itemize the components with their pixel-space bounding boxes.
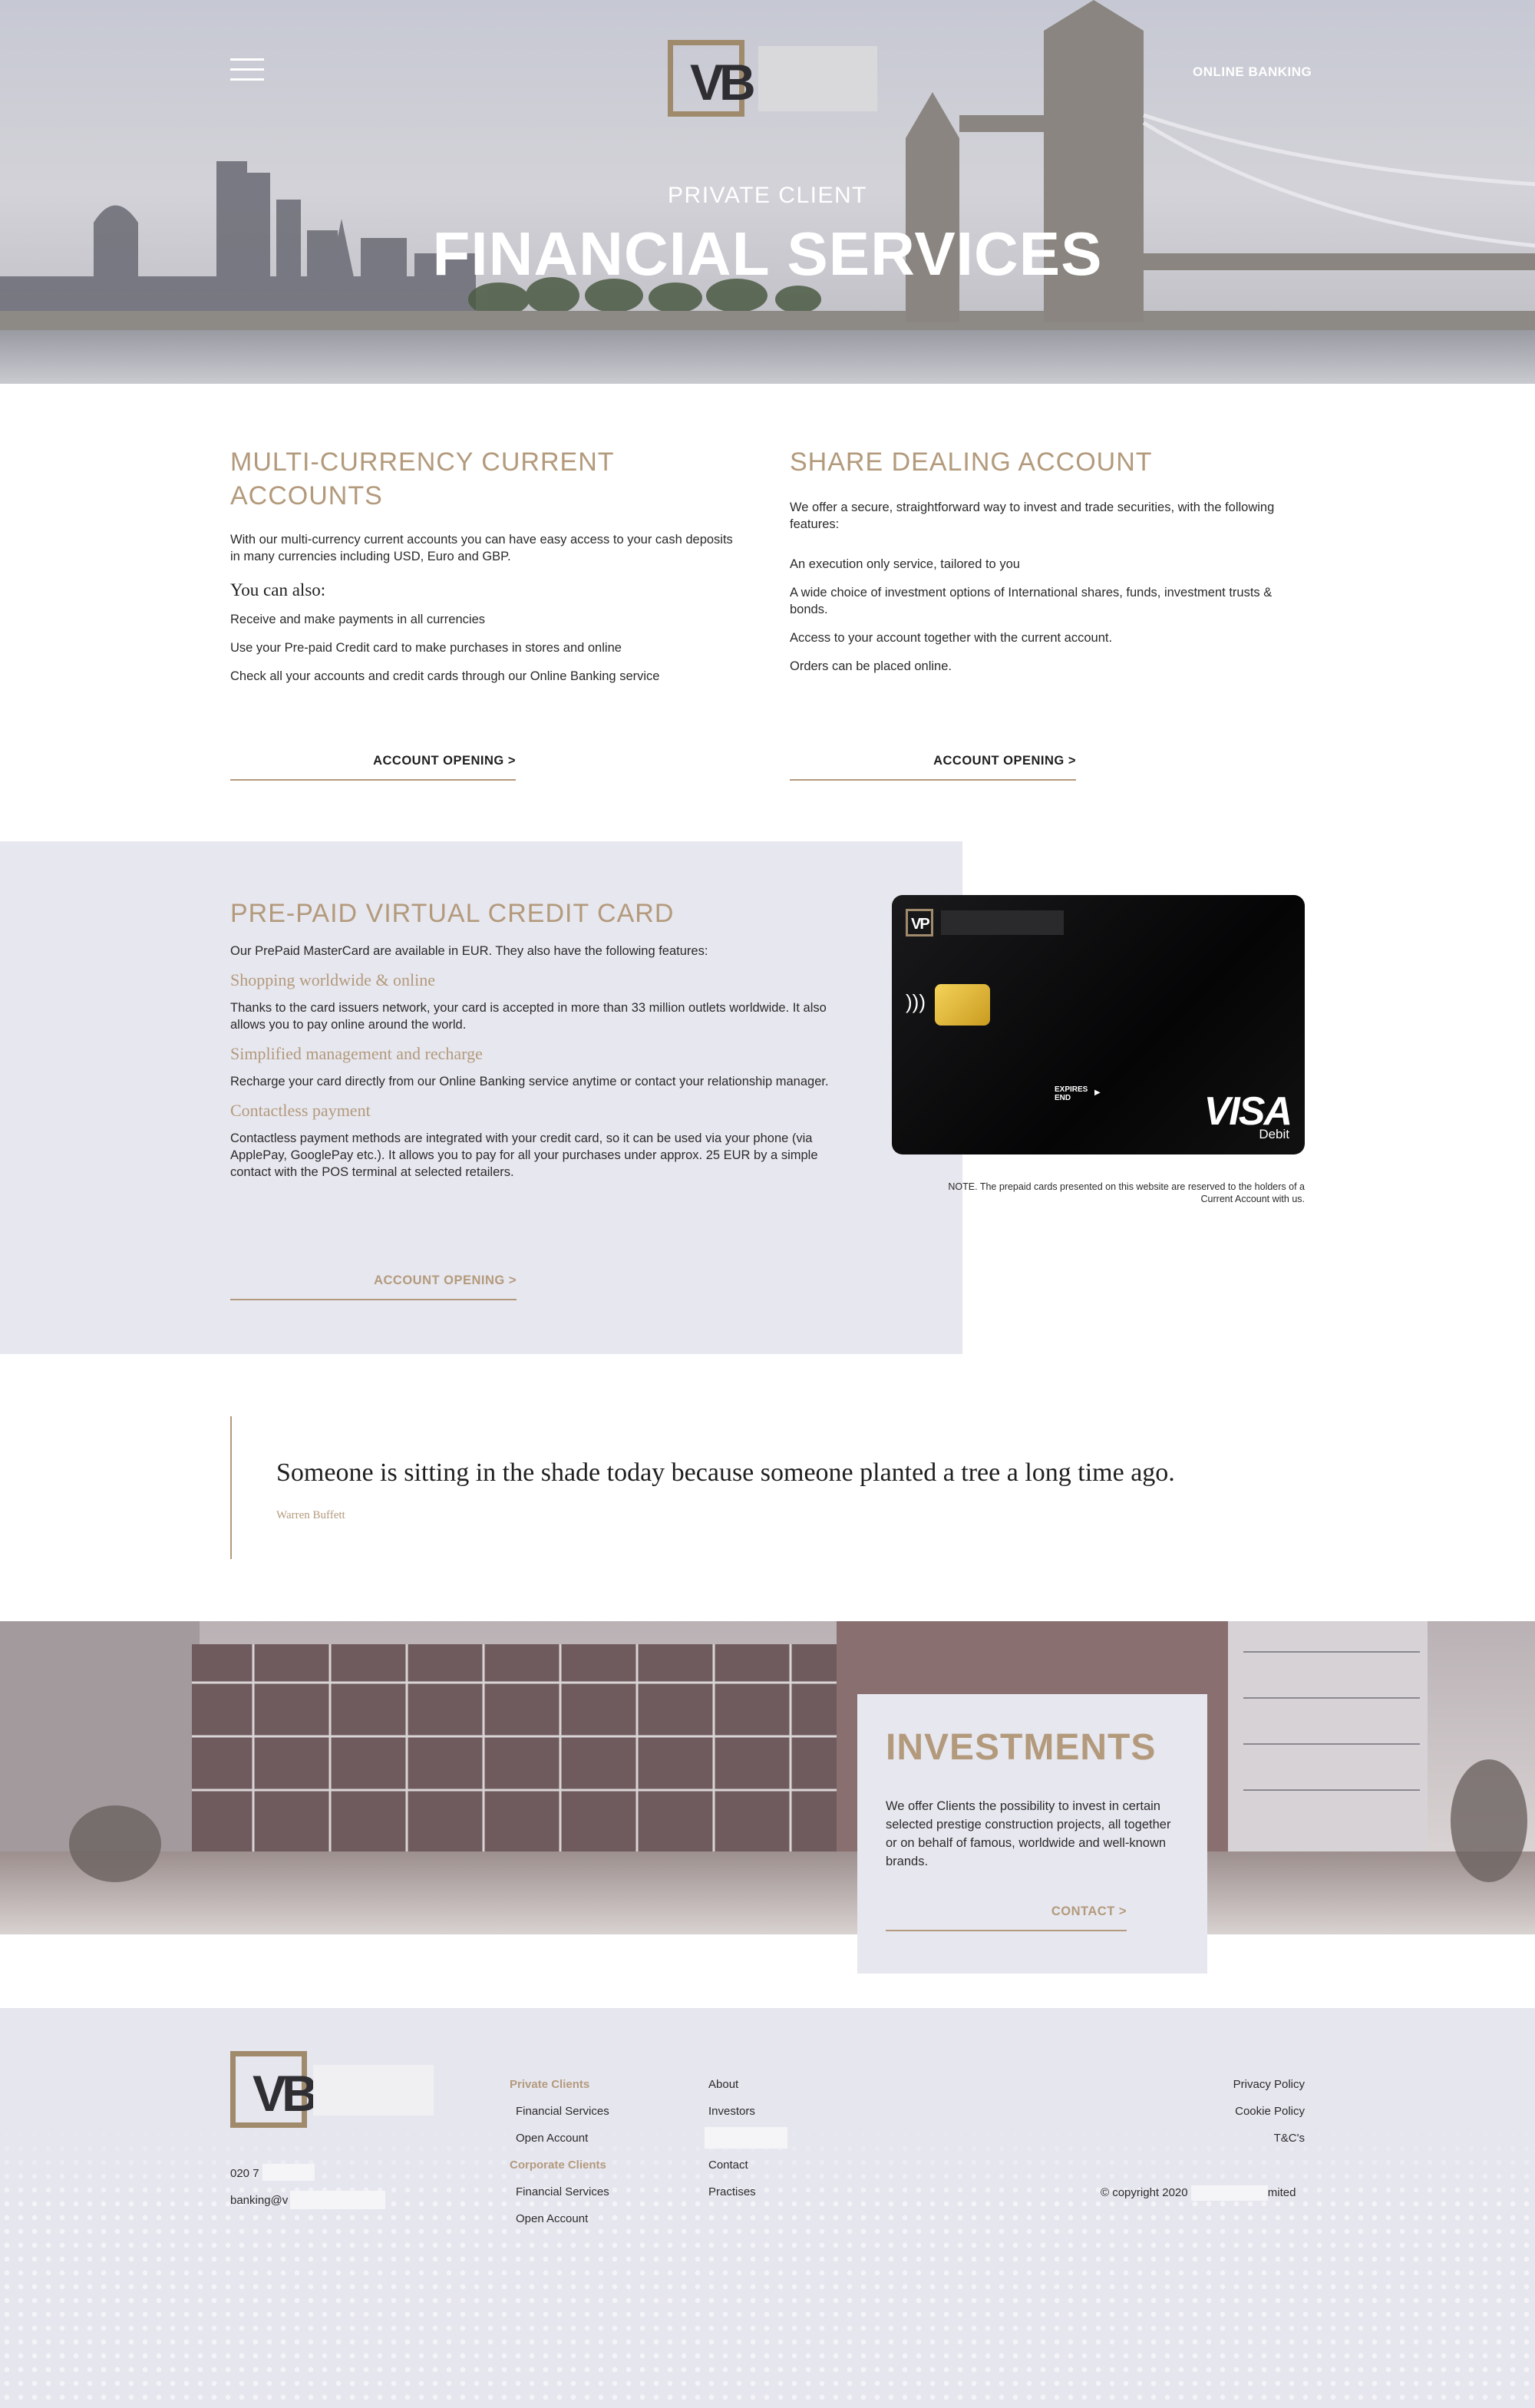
quote-bar: [230, 1416, 232, 1559]
share-dealing-account-opening-link[interactable]: ACCOUNT OPENING >: [790, 754, 1076, 781]
multi-currency-intro: With our multi-currency current accounts…: [230, 533, 733, 563]
multi-currency-item: Check all your accounts and credit cards…: [230, 669, 660, 683]
multi-currency-account-opening-link[interactable]: ACCOUNT OPENING >: [230, 754, 516, 781]
share-dealing-item: A wide choice of investment options of I…: [790, 586, 1273, 616]
contactless-icon: ))): [906, 990, 926, 1013]
logo-redacted-block: [758, 46, 877, 111]
expires-arrow-icon: ▶: [1094, 1088, 1101, 1097]
footer-cookie-policy-link[interactable]: Cookie Policy: [1235, 2105, 1305, 2118]
footer-logo-text: VB: [253, 2065, 319, 2122]
multi-currency-item: Receive and make payments in all currenc…: [230, 613, 485, 626]
share-dealing-title: SHARE DEALING ACCOUNT: [790, 448, 1153, 477]
hero-subtitle: PRIVATE CLIENT: [668, 183, 867, 208]
feature-text: Recharge your card directly from our Onl…: [230, 1075, 829, 1088]
footer-contact-link[interactable]: Contact: [708, 2159, 748, 2172]
footer-private-open-account-link[interactable]: Open Account: [516, 2132, 588, 2145]
share-dealing-intro: We offer a secure, straightforward way t…: [790, 500, 1275, 531]
feature-heading: Simplified management and recharge: [230, 1044, 483, 1063]
feature-text: Contactless payment methods are integrat…: [230, 1131, 818, 1179]
visa-debit-card-image: VP ))) EXPIRES END ▶ VISA Debit: [892, 895, 1305, 1154]
share-dealing-item: Orders can be placed online.: [790, 659, 952, 673]
investments-text: We offer Clients the possibility to inve…: [886, 1799, 1171, 1868]
card-expires-label: EXPIRES END: [1055, 1085, 1088, 1102]
multi-currency-item: Use your Pre-paid Credit card to make pu…: [230, 641, 622, 655]
prepaid-intro: Our PrePaid MasterCard are available in …: [230, 944, 708, 958]
multi-currency-section: MULTI-CURRENCY CURRENT ACCOUNTS With our …: [230, 445, 737, 685]
chip-icon: [935, 984, 990, 1026]
footer-corporate-clients-heading[interactable]: Corporate Clients: [510, 2159, 606, 2172]
investments-title: INVESTMENTS: [886, 1727, 1157, 1768]
footer-email[interactable]: banking@v: [230, 2194, 288, 2207]
footer-about-link[interactable]: About: [708, 2078, 738, 2091]
footer-private-financial-services-link[interactable]: Financial Services: [516, 2105, 609, 2118]
card-note: NOTE. The prepaid cards presented on thi…: [948, 1181, 1305, 1204]
feature-text: Thanks to the card issuers network, your…: [230, 1001, 827, 1032]
share-dealing-item: Access to your account together with the…: [790, 631, 1113, 645]
footer-email-redacted: [290, 2191, 385, 2209]
card-redacted-block: [941, 910, 1064, 935]
prepaid-account-opening-link[interactable]: ACCOUNT OPENING >: [230, 1273, 517, 1300]
investments-contact-link[interactable]: CONTACT >: [886, 1904, 1127, 1931]
online-banking-link[interactable]: ONLINE BANKING: [1193, 64, 1312, 80]
footer-private-clients-heading[interactable]: Private Clients: [510, 2078, 589, 2091]
hero-title: FINANCIAL SERVICES: [432, 220, 1103, 288]
share-dealing-item: An execution only service, tailored to y…: [790, 557, 1020, 571]
footer-copyright: © copyright 2020 mited: [1101, 2185, 1296, 2201]
footer-practises-link[interactable]: Practises: [708, 2185, 756, 2198]
investments-card: INVESTMENTS We offer Clients the possibi…: [857, 1694, 1207, 1974]
prepaid-section: PRE-PAID VIRTUAL CREDIT CARD Our PrePaid…: [230, 897, 860, 1181]
investments-banner: [0, 1621, 1535, 1934]
footer-investors-link[interactable]: Investors: [708, 2105, 755, 2118]
footer-link-redacted: [705, 2127, 787, 2149]
prepaid-title: PRE-PAID VIRTUAL CREDIT CARD: [230, 899, 675, 928]
share-dealing-section: SHARE DEALING ACCOUNT We offer a secure,…: [790, 445, 1306, 675]
modern-building-image: [0, 1621, 1535, 1934]
quote-author: Warren Buffett: [276, 1509, 345, 1521]
card-logo: VP: [906, 909, 933, 936]
footer-tcs-link[interactable]: T&C's: [1274, 2132, 1305, 2145]
footer-corporate-open-account-link[interactable]: Open Account: [516, 2212, 588, 2225]
hamburger-menu-icon[interactable]: [230, 58, 264, 81]
copyright-redacted: [1190, 2185, 1268, 2201]
brand-logo[interactable]: VB: [668, 40, 756, 117]
footer-privacy-policy-link[interactable]: Privacy Policy: [1233, 2078, 1305, 2091]
feature-heading: Shopping worldwide & online: [230, 970, 436, 989]
footer-phone-redacted: [262, 2164, 315, 2181]
multi-currency-title: MULTI-CURRENCY CURRENT ACCOUNTS: [230, 448, 615, 510]
footer-brand-logo[interactable]: VB: [230, 2051, 319, 2128]
footer-logo-redacted-block: [313, 2065, 434, 2116]
footer-phone: 020 7: [230, 2167, 259, 2180]
hero-banner: VB ONLINE BANKING PRIVATE CLIENT FINANCI…: [0, 0, 1535, 384]
multi-currency-subheading: You can also:: [230, 580, 326, 600]
card-type-label: Debit: [1259, 1127, 1289, 1141]
feature-heading: Contactless payment: [230, 1101, 371, 1120]
quote-text: Someone is sitting in the shade today be…: [276, 1458, 1175, 1487]
footer-corporate-financial-services-link[interactable]: Financial Services: [516, 2185, 609, 2198]
brand-logo-text: VB: [690, 54, 756, 111]
